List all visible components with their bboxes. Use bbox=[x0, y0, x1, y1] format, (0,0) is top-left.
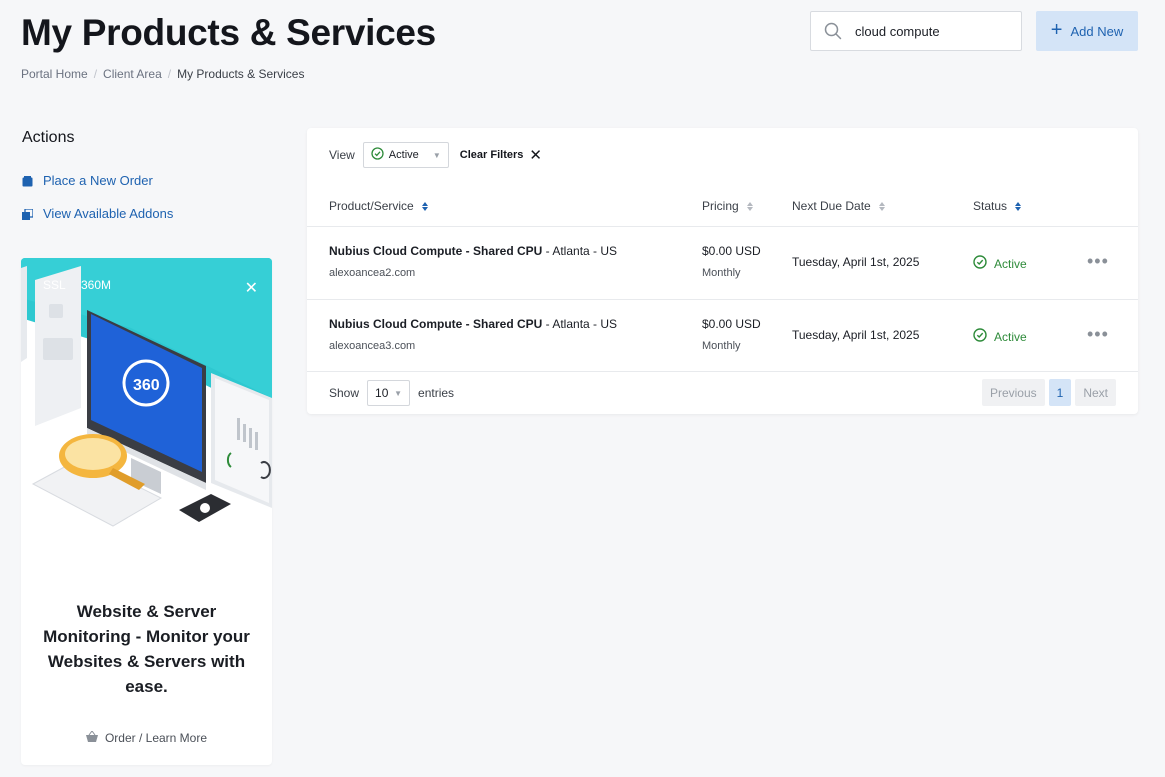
page-number-button[interactable]: 1 bbox=[1048, 379, 1072, 406]
promo-close-icon[interactable]: ✕ bbox=[245, 278, 258, 298]
search-box bbox=[810, 11, 1022, 51]
breadcrumb-separator: / bbox=[167, 67, 172, 81]
check-circle-icon bbox=[973, 328, 987, 345]
column-header-product-label: Product/Service bbox=[329, 199, 414, 213]
show-label: Show bbox=[329, 386, 360, 400]
more-options-icon[interactable]: ••• bbox=[1087, 251, 1109, 272]
sort-icon bbox=[421, 201, 428, 211]
table-row[interactable]: Nubius Cloud Compute - Shared CPU - Atla… bbox=[307, 226, 1138, 298]
product-price: $0.00 USD bbox=[702, 244, 761, 258]
entries-label: entries bbox=[418, 386, 455, 400]
status-badge: Active bbox=[973, 255, 1027, 272]
monitoring-illustration: 360 SSL 360M bbox=[21, 258, 272, 527]
status-badge: Active bbox=[973, 328, 1027, 345]
product-name: Nubius Cloud Compute - Shared CPU - Atla… bbox=[329, 244, 617, 258]
breadcrumb-client-area[interactable]: Client Area bbox=[103, 67, 162, 81]
place-new-order-link[interactable]: Place a New Order bbox=[22, 173, 153, 188]
basket-icon bbox=[85, 730, 98, 745]
column-header-pricing-label: Pricing bbox=[702, 199, 739, 213]
product-title: Nubius Cloud Compute - Shared CPU bbox=[329, 244, 543, 258]
column-header-pricing[interactable]: Pricing bbox=[702, 199, 753, 213]
promo-art-label-360m: 360M bbox=[81, 278, 111, 292]
page-length-select[interactable]: 10 ▼ bbox=[367, 380, 411, 406]
promo-order-link[interactable]: Order / Learn More bbox=[21, 730, 272, 745]
sort-icon bbox=[746, 201, 753, 211]
clear-filters-button[interactable]: Clear Filters ✕ bbox=[460, 146, 542, 164]
view-label: View bbox=[329, 148, 355, 162]
add-new-button[interactable]: + Add New bbox=[1036, 11, 1138, 51]
next-page-button[interactable]: Next bbox=[1075, 379, 1116, 406]
breadcrumb-current: My Products & Services bbox=[177, 67, 305, 81]
product-domain: alexoancea2.com bbox=[329, 267, 416, 279]
view-addons-link[interactable]: View Available Addons bbox=[22, 206, 173, 221]
page-length-value: 10 bbox=[375, 386, 389, 400]
column-header-due-label: Next Due Date bbox=[792, 199, 871, 213]
next-due-date: Tuesday, April 1st, 2025 bbox=[792, 328, 920, 342]
status-label: Active bbox=[994, 256, 1027, 271]
product-name: Nubius Cloud Compute - Shared CPU - Atla… bbox=[329, 317, 617, 331]
more-options-icon[interactable]: ••• bbox=[1087, 324, 1109, 345]
view-addons-label: View Available Addons bbox=[43, 206, 174, 221]
chevron-down-icon: ▼ bbox=[394, 388, 403, 398]
search-icon bbox=[811, 12, 855, 50]
view-filter-value: Active bbox=[388, 149, 419, 161]
sort-icon bbox=[878, 201, 885, 211]
billing-cycle: Monthly bbox=[702, 340, 741, 352]
breadcrumb-separator: / bbox=[93, 67, 98, 81]
column-header-product[interactable]: Product/Service bbox=[329, 199, 428, 213]
chevron-down-icon: ▼ bbox=[432, 150, 441, 160]
column-header-status-label: Status bbox=[973, 199, 1008, 213]
promo-heading: Website & Server Monitoring - Monitor yo… bbox=[43, 602, 250, 696]
table-footer: Show 10 ▼ entries Previous 1 Next bbox=[307, 371, 1138, 414]
actions-heading: Actions bbox=[22, 129, 75, 146]
product-price: $0.00 USD bbox=[702, 317, 761, 331]
plus-icon: + bbox=[1050, 19, 1063, 41]
sort-icon bbox=[1015, 201, 1022, 211]
page-length-control: Show 10 ▼ entries bbox=[329, 380, 454, 406]
place-new-order-label: Place a New Order bbox=[43, 173, 153, 188]
previous-page-button[interactable]: Previous bbox=[981, 379, 1045, 406]
table-row[interactable]: Nubius Cloud Compute - Shared CPU - Atla… bbox=[307, 299, 1138, 371]
products-table-card: View Active ▼ Clear Filters ✕ Product/Se… bbox=[307, 128, 1138, 414]
promo-card: 360 SSL 360M ✕ Website & Server Monitori… bbox=[21, 258, 272, 765]
product-location: - Atlanta - US bbox=[542, 317, 618, 331]
view-filter-select[interactable]: Active ▼ bbox=[362, 142, 449, 168]
breadcrumb-portal-home[interactable]: Portal Home bbox=[21, 67, 88, 81]
column-header-next-due-date[interactable]: Next Due Date bbox=[792, 199, 885, 213]
clear-filters-label: Clear Filters bbox=[459, 149, 524, 161]
next-due-date: Tuesday, April 1st, 2025 bbox=[792, 255, 920, 269]
billing-cycle: Monthly bbox=[702, 267, 741, 279]
close-icon: ✕ bbox=[529, 147, 542, 164]
filter-bar: View Active ▼ Clear Filters ✕ bbox=[329, 142, 542, 168]
search-input[interactable] bbox=[855, 23, 1015, 39]
pagination: Previous 1 Next bbox=[981, 379, 1116, 406]
cart-icon bbox=[22, 175, 33, 187]
check-circle-icon bbox=[371, 147, 384, 163]
product-domain: alexoancea3.com bbox=[329, 340, 416, 352]
breadcrumb: Portal Home / Client Area / My Products … bbox=[21, 67, 304, 81]
status-label: Active bbox=[994, 329, 1027, 344]
check-circle-icon bbox=[973, 255, 987, 272]
product-location: - Atlanta - US bbox=[542, 244, 618, 258]
page-title: My Products & Services bbox=[21, 12, 436, 53]
addons-icon bbox=[22, 208, 34, 220]
product-title: Nubius Cloud Compute - Shared CPU bbox=[329, 317, 543, 331]
promo-art-label-ssl: SSL bbox=[43, 278, 66, 292]
column-header-status[interactable]: Status bbox=[973, 199, 1022, 213]
promo-order-label: Order / Learn More bbox=[104, 731, 208, 745]
add-new-label: Add New bbox=[1070, 23, 1124, 39]
svg-text:360: 360 bbox=[133, 377, 160, 394]
